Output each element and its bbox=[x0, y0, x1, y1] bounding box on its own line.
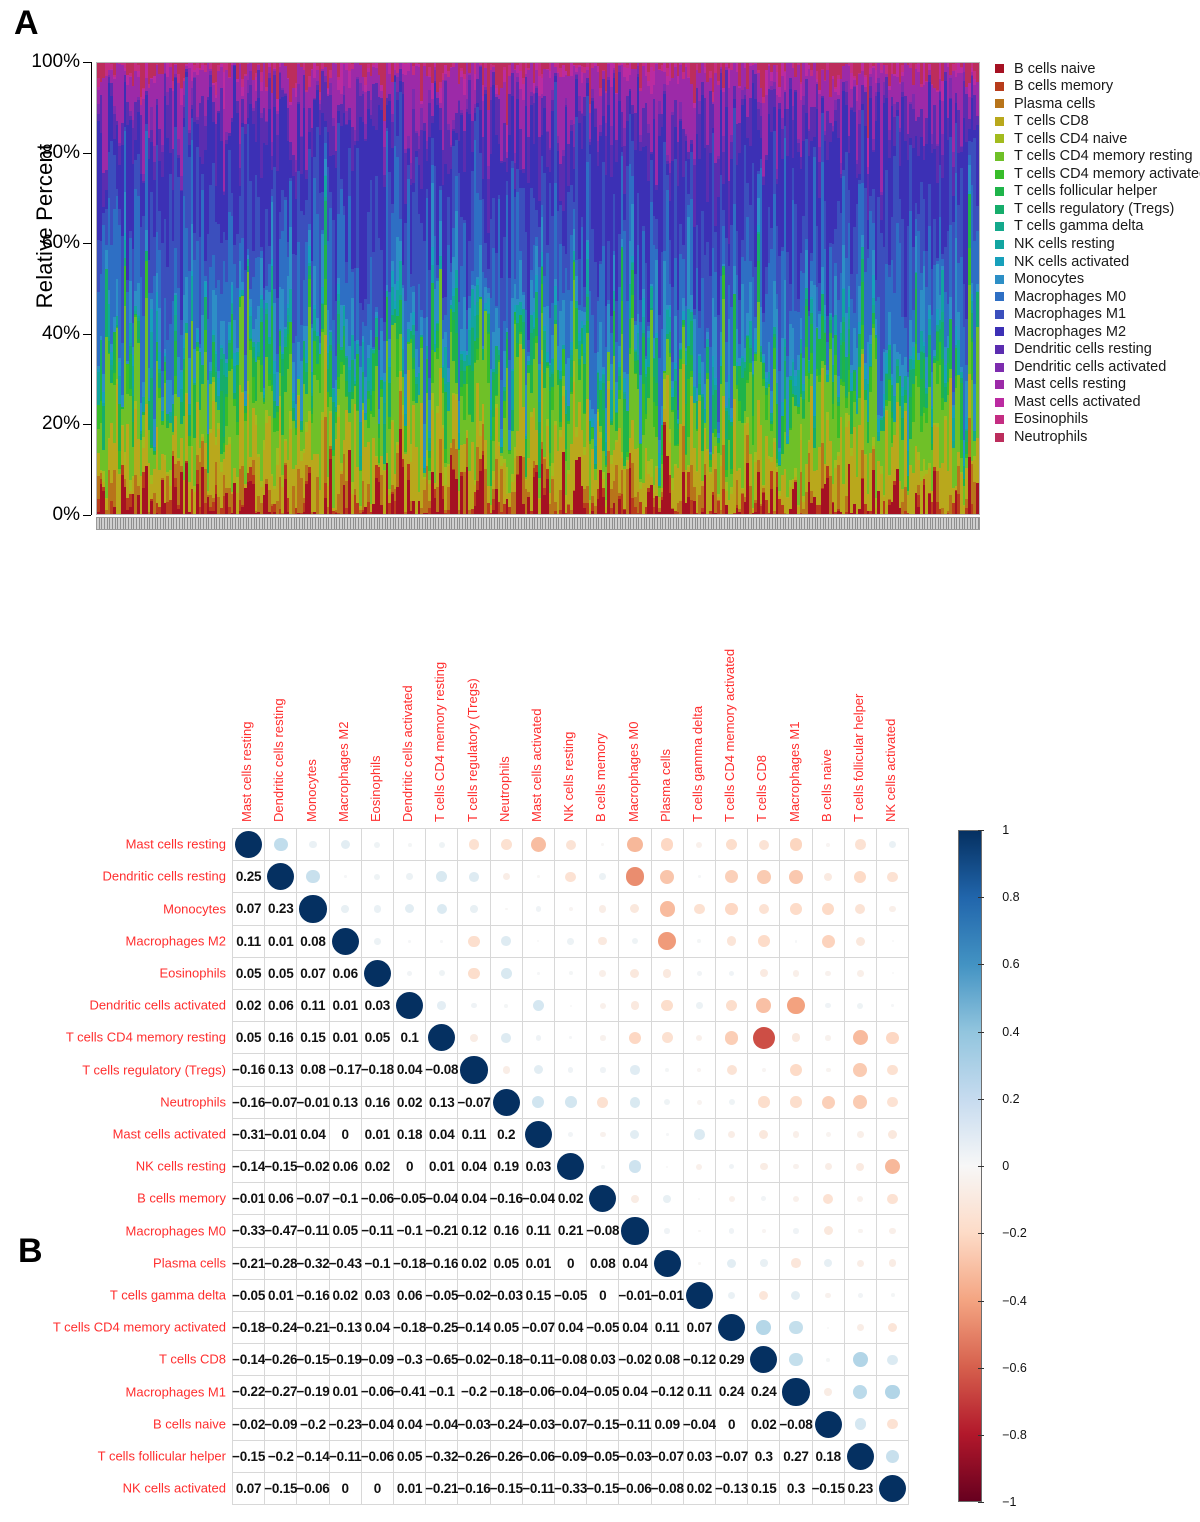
y-tick-mark bbox=[83, 424, 91, 426]
y-tick-label: 80% bbox=[41, 141, 80, 163]
y-tick-mark bbox=[83, 515, 91, 516]
y-tick-label: 20% bbox=[41, 413, 80, 435]
y-tick-mark bbox=[83, 333, 91, 335]
y-tick-mark bbox=[83, 243, 91, 245]
y-tick-mark bbox=[83, 152, 91, 154]
y-tick-label: 100% bbox=[31, 51, 80, 72]
panel-a-label: A bbox=[14, 4, 39, 42]
stacked-bar-plot-area bbox=[96, 62, 980, 515]
y-tick-mark bbox=[83, 62, 91, 63]
y-tick-label: 60% bbox=[41, 232, 80, 254]
y-tick-label: 40% bbox=[41, 322, 80, 344]
y-tick-label: 0% bbox=[52, 504, 80, 525]
panel-a-stacked-bar-chart: A Relative Percent 100% 80% 60% 40% 20% 0% B … bbox=[0, 0, 1200, 600]
y-axis: 100% 80% 60% 40% 20% 0% bbox=[0, 50, 96, 525]
y-axis-line bbox=[91, 62, 92, 515]
